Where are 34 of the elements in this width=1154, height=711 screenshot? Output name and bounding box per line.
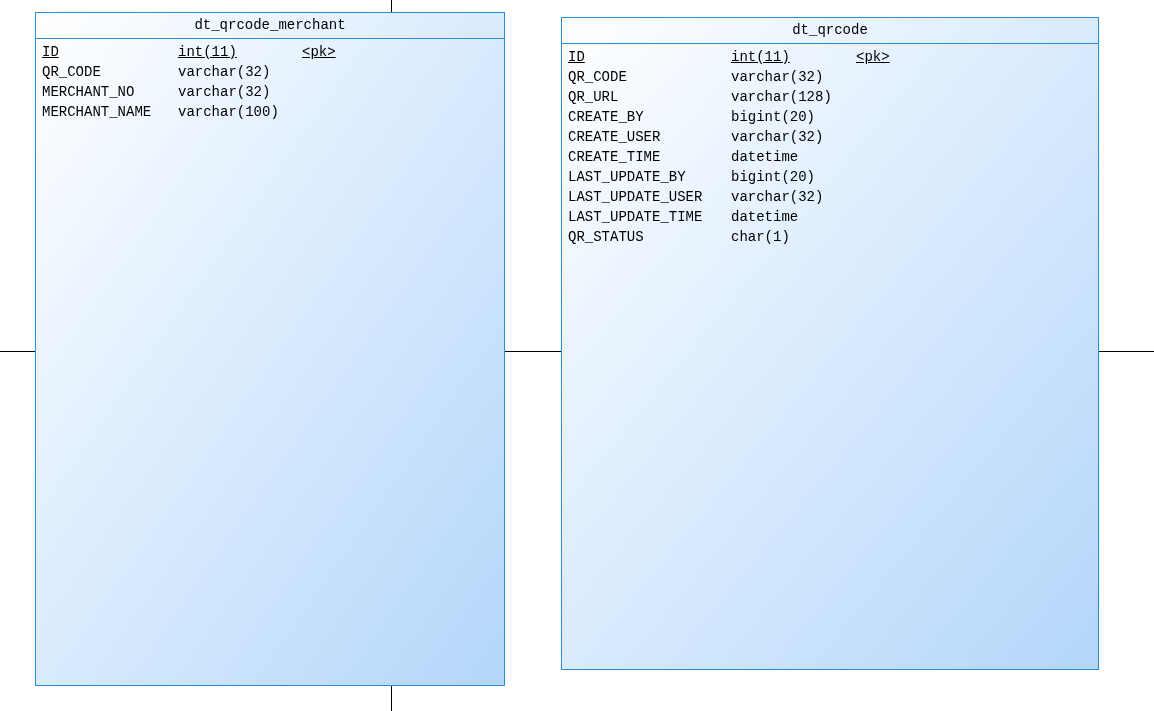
column-name: LAST_UPDATE_USER [568,187,704,207]
column-type: varchar(32) [178,62,272,82]
column-name: QR_URL [568,87,620,107]
column-name: ID [568,47,586,67]
table-name: dt_qrcode [792,21,868,40]
column-name: QR_STATUS [568,227,645,247]
column-name: MERCHANT_NAME [42,102,153,122]
column-type: varchar(32) [731,127,825,147]
table-entity[interactable]: dt_qrcode_merchant ID int(11) <pk> QR_CODE varchar(32) MERCHANT_NO varchar(32) MERCHANT_NAME varchar(100) [35,12,505,686]
column-name: ID [42,42,60,62]
column-type: datetime [731,207,800,227]
column-name: QR_CODE [42,62,102,82]
table-entity[interactable] [561,17,1099,670]
column-name: CREATE_USER [568,127,662,147]
column-type: varchar(32) [178,82,272,102]
table-name: dt_qrcode_merchant [194,16,346,35]
column-name: MERCHANT_NO [42,82,136,102]
column-type: varchar(128) [731,87,833,107]
column-name: CREATE_TIME [568,147,662,167]
column-type: char(1) [731,227,791,247]
key-marker: <pk> [302,42,336,62]
column-type: varchar(32) [731,67,825,87]
column-type: varchar(100) [178,102,280,122]
column-name: LAST_UPDATE_TIME [568,207,704,227]
column-type: int(11) [178,42,238,62]
key-marker: <pk> [856,47,890,67]
column-type: datetime [731,147,800,167]
column-name: QR_CODE [568,67,628,87]
column-name: CREATE_BY [568,107,645,127]
column-type: int(11) [731,47,791,67]
column-name: LAST_UPDATE_BY [568,167,687,187]
column-type: bigint(20) [731,107,816,127]
column-type: varchar(32) [731,187,825,207]
column-type: bigint(20) [731,167,816,187]
